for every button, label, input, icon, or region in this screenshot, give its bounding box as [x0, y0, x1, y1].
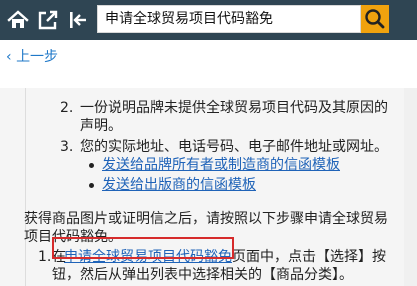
content-divider: [25, 88, 26, 286]
search-icon: [365, 9, 385, 29]
top-toolbar: 申请全球贸易项目代码豁免: [0, 0, 417, 40]
highlight-box: [52, 237, 234, 259]
list-number: 3.: [60, 139, 74, 155]
back-link[interactable]: ‹ 上一步: [6, 46, 58, 66]
search-button[interactable]: [361, 5, 389, 33]
home-icon[interactable]: [6, 8, 30, 32]
back-link-label: 上一步: [16, 49, 59, 65]
list-item-text: 您的实际地址、电话号码、电子邮件地址或网址。: [80, 139, 388, 155]
bullet: [89, 183, 94, 188]
step-text: 钮，然后从弹出列表中选择相关的【商品分类】。: [52, 267, 353, 283]
list-item-text: 声明。: [80, 118, 122, 134]
collapse-panel-icon[interactable]: [66, 8, 90, 32]
list-item-text: 一份说明品牌未提供全球贸易项目代码及其原因的: [80, 100, 388, 116]
publisher-letter-template-link[interactable]: 发送给出版商的信函模板: [102, 176, 256, 194]
paragraph-text: 获得商品图片或证明信之后，请按照以下步骤申请全球贸易: [24, 211, 388, 227]
scrollbar-track[interactable]: [404, 88, 417, 286]
search-input[interactable]: 申请全球贸易项目代码豁免: [97, 5, 361, 33]
step-number: 1.: [38, 249, 52, 265]
list-number: 2.: [60, 100, 74, 116]
bullet: [89, 163, 94, 168]
brand-owner-letter-template-link[interactable]: 发送给品牌所有者或制造商的信函模板: [102, 156, 340, 174]
chevron-left-icon: ‹: [6, 49, 12, 65]
step-text-suffix: 页面中，点击【选择】按: [232, 249, 386, 265]
open-external-icon[interactable]: [36, 8, 60, 32]
